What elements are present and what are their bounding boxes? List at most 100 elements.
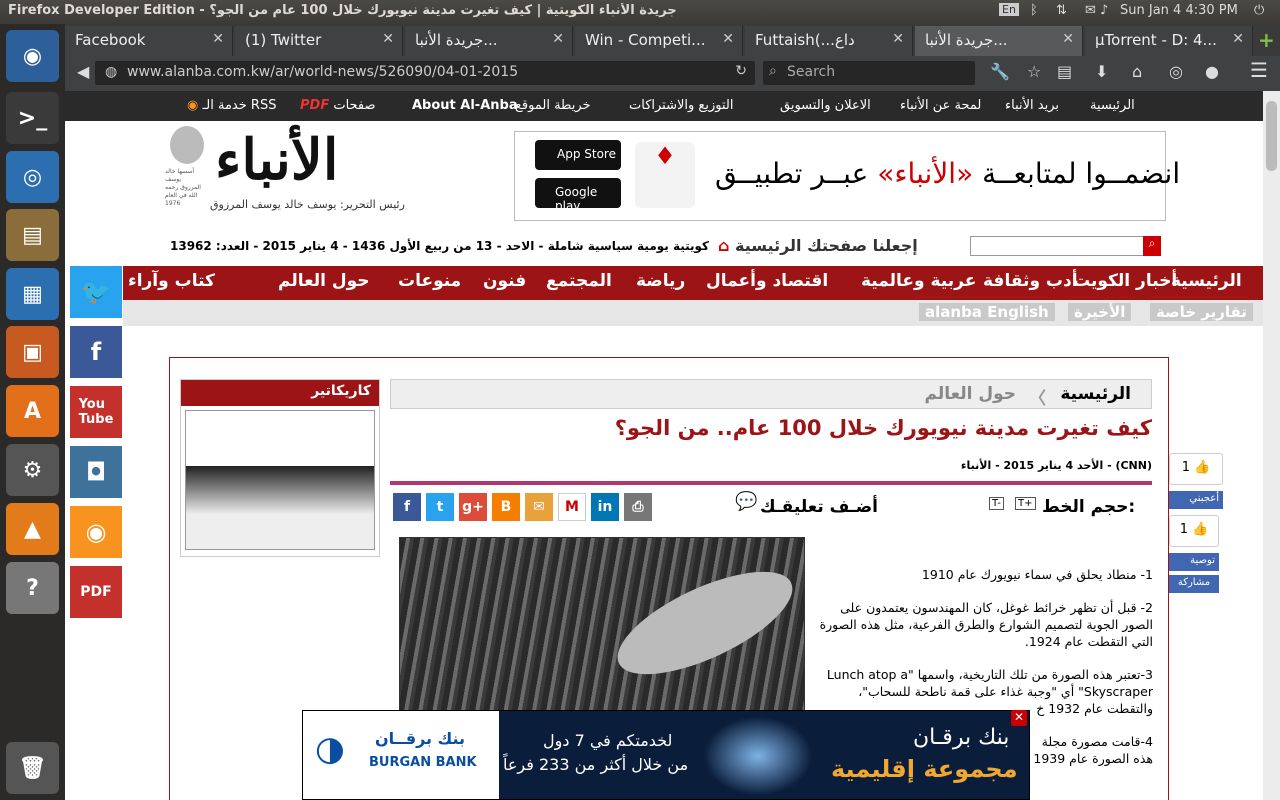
- nav-sports[interactable]: رياضة: [636, 271, 685, 291]
- topnav-ads[interactable]: الاعلان والتسويق: [780, 98, 871, 113]
- cartoon-box[interactable]: كاريكاتير: [180, 379, 380, 557]
- tab-alanba-active[interactable]: جريدة الأنبا... ✕: [915, 26, 1083, 56]
- share-googleplus-icon[interactable]: g+: [459, 493, 487, 521]
- back-icon[interactable]: ◀: [77, 62, 89, 81]
- topnav-home[interactable]: الرئيسية: [1090, 98, 1135, 113]
- font-decrease-button[interactable]: T-: [989, 497, 1004, 510]
- burgan-bank-ad[interactable]: ◑ بنك برقــان BURGAN BANK لخدمتكم في 7 د…: [302, 710, 1030, 800]
- share-twitter-icon[interactable]: t: [426, 493, 454, 521]
- software-center-icon[interactable]: A: [6, 385, 59, 437]
- breadcrumb-section[interactable]: حول العالم: [925, 384, 1016, 404]
- nav-home[interactable]: الرئيسية: [1171, 271, 1242, 291]
- subnav-english[interactable]: alanba English: [919, 303, 1055, 321]
- topnav-distribution[interactable]: التوزيع والاشتراكات: [629, 98, 733, 113]
- app-banner[interactable]: App Store Google play ♦ انضمــوا لمتابعـ…: [514, 131, 1180, 221]
- pdf-icon[interactable]: PDF: [70, 566, 122, 618]
- nav-economy[interactable]: اقتصاد وأعمال: [706, 271, 828, 291]
- vlc-icon[interactable]: ▲: [6, 503, 59, 555]
- chat-icon[interactable]: ●: [1205, 62, 1219, 81]
- close-icon[interactable]: ✕: [382, 31, 394, 47]
- close-icon[interactable]: ✕: [1232, 31, 1244, 47]
- make-homepage-link[interactable]: ⌂ إجعلنا صفحتك الرئيسية: [718, 236, 918, 255]
- subnav-special-reports[interactable]: تقارير خاصة: [1150, 303, 1253, 321]
- new-tab-button[interactable]: +: [1258, 28, 1275, 52]
- close-icon[interactable]: ✕: [552, 31, 564, 47]
- googleplay-badge[interactable]: Google play: [535, 178, 621, 213]
- settings-icon[interactable]: ⚙: [6, 444, 59, 496]
- close-icon[interactable]: ✕: [892, 31, 904, 47]
- nav-culture[interactable]: أدب وثقافة: [983, 271, 1078, 291]
- webide-icon[interactable]: ◎: [1169, 62, 1183, 81]
- nav-arab-world[interactable]: عربية وعالمية: [861, 271, 976, 291]
- nav-misc[interactable]: منوعات: [398, 271, 461, 291]
- tab-facebook[interactable]: Facebook ✕: [65, 26, 233, 56]
- youtube-icon[interactable]: You Tube: [70, 386, 122, 438]
- topnav-about-en[interactable]: About Al-Anba: [412, 98, 518, 113]
- network-icon[interactable]: ⇅: [1056, 3, 1067, 18]
- clipboard-icon[interactable]: ▤: [1057, 62, 1072, 81]
- tab-utorrent[interactable]: µTorrent - D: 4... ✕: [1085, 26, 1253, 56]
- site-logo[interactable]: الأنباء رئيس التحرير: يوسف خالد يوسف الم…: [165, 126, 435, 216]
- share-email-icon[interactable]: ✉: [525, 493, 553, 521]
- tab-win-competition[interactable]: Win - Competi... ✕: [575, 26, 743, 56]
- trash-icon[interactable]: 🗑: [6, 742, 59, 794]
- bookmark-star-icon[interactable]: ☆: [1027, 62, 1041, 81]
- power-icon[interactable]: ⏻: [1254, 3, 1264, 18]
- share-linkedin-icon[interactable]: in: [591, 493, 619, 521]
- impress-icon[interactable]: ▣: [6, 326, 59, 378]
- topnav-sitemap[interactable]: خريطة الموقع: [515, 98, 591, 113]
- volume-icon[interactable]: ♪: [1100, 3, 1108, 18]
- tab-alanba-1[interactable]: جريدة الأنبا... ✕: [405, 26, 573, 56]
- menu-icon[interactable]: ☰: [1250, 58, 1268, 82]
- share-button[interactable]: مشاركة: [1169, 575, 1219, 593]
- search-box[interactable]: ⌕ Search: [763, 61, 975, 85]
- topnav-mail[interactable]: بريد الأنباء: [1005, 98, 1059, 113]
- rss-feed-icon[interactable]: ◉: [70, 506, 122, 558]
- terminal-icon[interactable]: >_: [6, 92, 59, 144]
- home-icon[interactable]: ⌂: [1132, 62, 1142, 81]
- font-increase-button[interactable]: T+: [1015, 497, 1036, 510]
- share-blogger-icon[interactable]: B: [492, 493, 520, 521]
- facebook-icon[interactable]: f: [70, 326, 122, 378]
- site-search-input[interactable]: [970, 236, 1145, 256]
- topnav-about[interactable]: لمحة عن الأنباء: [900, 98, 981, 113]
- share-gmail-icon[interactable]: M: [558, 493, 586, 521]
- nav-around-world[interactable]: حول العالم: [278, 271, 369, 291]
- nav-opinions[interactable]: كتاب وآراء: [128, 271, 215, 291]
- nav-kuwait-news[interactable]: أخبار الكويت: [1073, 271, 1177, 291]
- ad-close-icon[interactable]: ✕: [1011, 710, 1027, 726]
- chromium-icon[interactable]: ◎: [6, 151, 59, 203]
- bluetooth-icon[interactable]: ᛒ: [1030, 3, 1038, 18]
- breadcrumb-home[interactable]: الرئيسية: [1060, 384, 1131, 404]
- print-icon[interactable]: ⎙: [624, 493, 652, 521]
- instagram-icon[interactable]: ◘: [70, 446, 122, 498]
- reload-icon[interactable]: ↻: [735, 63, 747, 79]
- nav-society[interactable]: المجتمع: [546, 271, 612, 291]
- close-icon[interactable]: ✕: [1062, 31, 1074, 47]
- fb-like-button[interactable]: أعجبني: [1169, 491, 1223, 509]
- tab-futtaish[interactable]: Futtaish(...داع ✕: [745, 26, 913, 56]
- url-bar[interactable]: www.alanba.com.kw/ar/world-news/526090/0…: [95, 61, 755, 85]
- topnav-rss[interactable]: ◉ خدمة الـ RSS: [187, 98, 276, 113]
- fb-recommend-button[interactable]: توصية: [1169, 553, 1219, 571]
- nav-arts[interactable]: فنون: [483, 271, 526, 291]
- files-icon[interactable]: ▤: [6, 209, 59, 261]
- keyboard-indicator[interactable]: En: [999, 3, 1019, 16]
- close-icon[interactable]: ✕: [722, 31, 734, 47]
- clock[interactable]: Sun Jan 4 4:30 PM: [1120, 3, 1238, 18]
- topnav-pdf[interactable]: PDF صفحات: [300, 98, 376, 113]
- download-icon[interactable]: ⬇: [1095, 62, 1108, 81]
- help-icon[interactable]: ?: [6, 562, 59, 614]
- appstore-badge[interactable]: App Store: [535, 140, 621, 170]
- close-icon[interactable]: ✕: [212, 31, 224, 47]
- wrench-icon[interactable]: 🔧: [990, 62, 1010, 81]
- writer-icon[interactable]: ▦: [6, 268, 59, 320]
- add-comment-link[interactable]: أضـف تعليقـك: [760, 497, 878, 517]
- cartoon-image[interactable]: [185, 410, 375, 550]
- mail-icon[interactable]: ✉: [1085, 3, 1096, 18]
- page-scrollbar[interactable]: [1263, 91, 1280, 800]
- scroll-thumb[interactable]: [1266, 101, 1277, 171]
- subnav-last-page[interactable]: الأخيرة: [1068, 303, 1132, 321]
- tab-twitter[interactable]: (1) Twitter ✕: [235, 26, 403, 56]
- twitter-icon[interactable]: 🐦: [70, 266, 122, 318]
